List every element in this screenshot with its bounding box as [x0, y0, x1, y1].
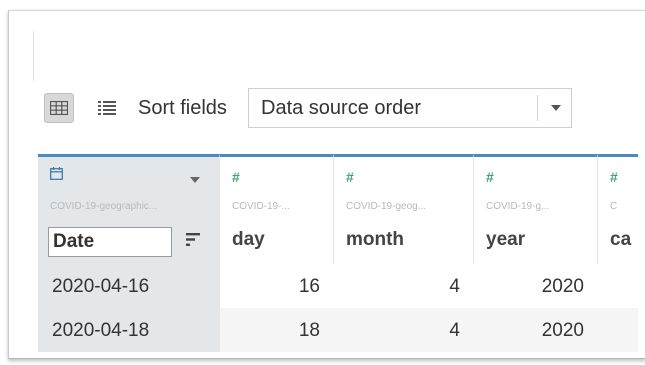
number-type-icon: # [346, 169, 354, 185]
table-row: 2020-04-16 16 4 2020 [38, 264, 638, 308]
table-row: 2020-04-18 18 4 2020 [38, 308, 638, 352]
grid-icon [50, 101, 68, 115]
panel-divider [33, 31, 34, 81]
sort-fields-label: Sort fields [138, 97, 227, 119]
year-cell: 2020 [541, 320, 584, 341]
number-type-icon: # [486, 169, 494, 185]
column-name: ca [610, 229, 632, 250]
column-source: COVID-19-geog... [346, 201, 427, 212]
day-cell: 18 [298, 320, 320, 341]
sort-fields-dropdown[interactable]: Data source order [248, 88, 572, 128]
column-source: COVID-19-geographic... [50, 201, 158, 212]
sort-icon[interactable] [186, 233, 200, 246]
column-menu-icon[interactable] [190, 177, 200, 183]
day-cell: 16 [298, 276, 320, 297]
month-cell: 4 [449, 276, 460, 297]
column-source: C [610, 201, 618, 212]
data-grid: COVID-19-geographic... # COVID-19-... da… [38, 154, 638, 352]
column-name: month [346, 229, 405, 250]
dropdown-divider [537, 95, 538, 121]
column-source: COVID-19-... [232, 201, 290, 212]
column-header-day[interactable]: # COVID-19-... day [220, 154, 334, 264]
column-header-month[interactable]: # COVID-19-geog... month [334, 154, 474, 264]
column-name: year [486, 229, 526, 250]
list-view-button[interactable] [92, 93, 122, 123]
column-header-partial[interactable]: # C ca [598, 154, 638, 264]
column-name: day [232, 229, 265, 250]
column-header-year[interactable]: # COVID-19-g... year [474, 154, 598, 264]
number-type-icon: # [610, 169, 618, 185]
calendar-icon [50, 167, 63, 180]
year-cell: 2020 [541, 276, 584, 297]
top-panel [9, 11, 645, 82]
chevron-down-icon [551, 105, 561, 111]
list-icon [98, 101, 116, 115]
sort-fields-value: Data source order [261, 97, 422, 119]
column-header-date[interactable]: COVID-19-geographic... [38, 154, 220, 264]
field-name-input[interactable] [48, 227, 172, 257]
date-cell: 2020-04-18 [38, 308, 220, 352]
column-source: COVID-19-g... [486, 201, 550, 212]
date-cell: 2020-04-16 [38, 264, 220, 308]
number-type-icon: # [232, 169, 240, 185]
month-cell: 4 [449, 320, 460, 341]
grid-view-button[interactable] [44, 93, 74, 123]
